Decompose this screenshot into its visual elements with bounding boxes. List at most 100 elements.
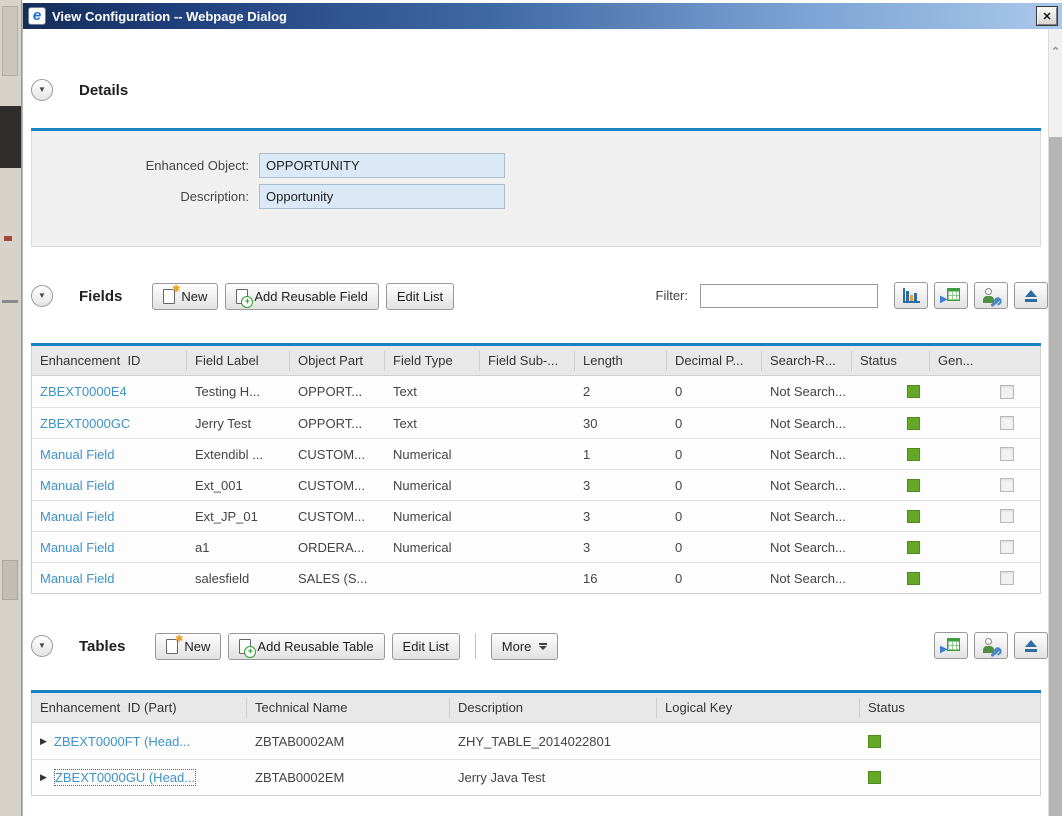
more-dropdown-icon [539, 642, 548, 650]
fields-column-header[interactable]: Enhancement ID [32, 350, 187, 371]
personalize-icon [982, 637, 1001, 657]
status-cell [852, 416, 930, 430]
generated-cell [930, 540, 1040, 554]
enhancement-id-link[interactable]: Manual Field [40, 478, 114, 493]
fields-column-header[interactable]: Gen... [930, 351, 1040, 371]
fields-column-header[interactable]: Decimal P... [667, 350, 762, 371]
fields-table-row[interactable]: ZBEXT0000E4 Testing H... OPPORT... Text 2 0 No… [32, 376, 1040, 407]
fields-cell: ORDERA... [298, 539, 365, 555]
fields-export-button[interactable]: ▶ [934, 282, 968, 309]
enhancement-id-link[interactable]: Manual Field [40, 571, 114, 586]
generated-checkbox[interactable] [1000, 384, 1014, 399]
generated-cell [930, 416, 1040, 430]
fields-cell: Extendibl ... [195, 446, 263, 462]
fields-column-header[interactable]: Object Part [290, 350, 385, 371]
fields-section-title: Fields [79, 287, 123, 305]
fields-column-header[interactable]: Field Label [187, 350, 290, 371]
tables-column-header[interactable]: Enhancement ID (Part) [32, 697, 247, 718]
fields-edit-list-label: Edit List [396, 288, 444, 304]
status-cell [852, 478, 930, 492]
vertical-scrollbar[interactable]: ⌃ [1048, 29, 1062, 816]
chart-view-button[interactable] [894, 282, 928, 309]
fields-column-header[interactable]: Field Sub-... [480, 350, 575, 371]
generated-checkbox[interactable] [1000, 540, 1014, 554]
fields-table-row[interactable]: Manual Field Ext_JP_01 CUSTOM... Numerical 3… [32, 500, 1040, 531]
generated-checkbox[interactable] [1000, 416, 1014, 430]
close-button[interactable]: ✕ [1037, 7, 1057, 25]
add-reusable-field-button[interactable]: Add Reusable Field [225, 282, 379, 310]
tables-new-button[interactable]: New [155, 632, 222, 660]
fields-column-header[interactable]: Search-R... [762, 350, 852, 371]
fields-edit-list-button[interactable]: Edit List [385, 282, 455, 310]
expand-row-icon[interactable]: ▶ [40, 772, 47, 783]
fields-new-button[interactable]: New [152, 282, 219, 310]
fields-personalize-button[interactable] [974, 282, 1008, 309]
expand-row-icon[interactable]: ▶ [40, 736, 47, 747]
enhancement-id-link[interactable]: ZBEXT0000E4 [40, 384, 127, 399]
scroll-up-icon[interactable]: ⌃ [1049, 45, 1062, 58]
fields-cell: Not Search... [770, 415, 846, 431]
fields-column-header[interactable]: Length [575, 350, 667, 371]
enhancement-id-link[interactable]: ZBEXT0000GC [40, 416, 130, 431]
description-field[interactable] [259, 184, 505, 209]
tables-column-header[interactable]: Logical Key [657, 697, 860, 718]
add-document-icon [236, 288, 254, 308]
fields-cell: 0 [675, 539, 683, 555]
tables-edit-list-button[interactable]: Edit List [391, 632, 460, 660]
collapse-fields-button[interactable]: ▼ [31, 285, 53, 307]
fields-cell: Not Search... [770, 477, 846, 493]
tables-table-row[interactable]: ▶ ZBEXT0000FT (Head... ZBTAB0002AM ZHY_TABL… [32, 723, 1040, 759]
fields-cell: 2 [583, 384, 591, 399]
fields-cell: 3 [583, 539, 591, 555]
tables-export-button[interactable]: ▶ [934, 632, 968, 659]
background-window-sliver [0, 0, 22, 816]
dialog-title-bar: e View Configuration -- Webpage Dialog ✕ [23, 3, 1062, 29]
fields-collapse-tray-button[interactable] [1014, 282, 1048, 309]
fields-cell: Numerical [393, 508, 452, 524]
generated-checkbox[interactable] [1000, 571, 1014, 585]
enhancement-id-part-link[interactable]: ZBEXT0000FT (Head... [54, 734, 190, 749]
fields-table-row[interactable]: ZBEXT0000GC Jerry Test OPPORT... Text 30 0 Not… [32, 407, 1040, 438]
filter-input[interactable] [700, 283, 878, 308]
fields-table-row[interactable]: Manual Field Extendibl ... CUSTOM... Numeri… [32, 438, 1040, 469]
collapse-details-button[interactable]: ▼ [31, 79, 53, 101]
enhancement-id-link[interactable]: Manual Field [40, 540, 114, 555]
fields-cell: a1 [195, 539, 210, 555]
generated-checkbox[interactable] [1000, 478, 1014, 492]
tables-personalize-button[interactable] [974, 632, 1008, 659]
enhancement-id-link[interactable]: Manual Field [40, 447, 114, 462]
fields-table-row[interactable]: Manual Field salesfield SALES (S... 16 0 Not … [32, 562, 1040, 593]
scrollbar-track[interactable] [1049, 137, 1062, 816]
details-section-header: ▼ Details [31, 75, 128, 105]
collapse-tables-button[interactable]: ▼ [31, 635, 53, 657]
tables-edit-list-label: Edit List [402, 638, 449, 654]
tables-collapse-tray-button[interactable] [1014, 632, 1048, 659]
tables-column-header[interactable]: Status [860, 698, 1040, 718]
details-section-title: Details [79, 81, 129, 99]
status-cell [852, 571, 930, 585]
tables-column-header[interactable]: Technical Name [247, 697, 450, 718]
add-reusable-table-button[interactable]: Add Reusable Table [228, 632, 385, 660]
fields-column-header[interactable]: Status [852, 350, 930, 371]
background-decoration [2, 6, 18, 76]
fields-cell: CUSTOM... [298, 446, 365, 462]
fields-cell: Not Search... [770, 446, 846, 462]
enhancement-id-part-link[interactable]: ZBEXT0000GU (Head... [53, 769, 197, 786]
tables-column-header[interactable]: Description [450, 697, 657, 718]
generated-checkbox[interactable] [1000, 509, 1014, 523]
filter-label: Filter: [655, 288, 689, 303]
fields-cell: Manual Field [32, 447, 187, 462]
fields-cell: 0 [675, 570, 683, 586]
enhancement-id-link[interactable]: Manual Field [40, 509, 114, 524]
status-indicator [907, 385, 920, 398]
fields-column-header[interactable]: Field Type [385, 350, 480, 371]
fields-table-row[interactable]: Manual Field a1 ORDERA... Numerical 3 0 Not Se… [32, 531, 1040, 562]
tables-more-button[interactable]: More [490, 632, 559, 660]
status-indicator [907, 447, 920, 461]
enhanced-object-field[interactable] [259, 153, 505, 178]
fields-cell: 3 [583, 477, 591, 493]
toolbar-separator [474, 633, 476, 659]
tables-table-row[interactable]: ▶ ZBEXT0000GU (Head... ZBTAB0002EM Jerry Ja… [32, 759, 1040, 795]
generated-checkbox[interactable] [1000, 447, 1014, 461]
fields-table-row[interactable]: Manual Field Ext_001 CUSTOM... Numerical 3 0 N… [32, 469, 1040, 500]
